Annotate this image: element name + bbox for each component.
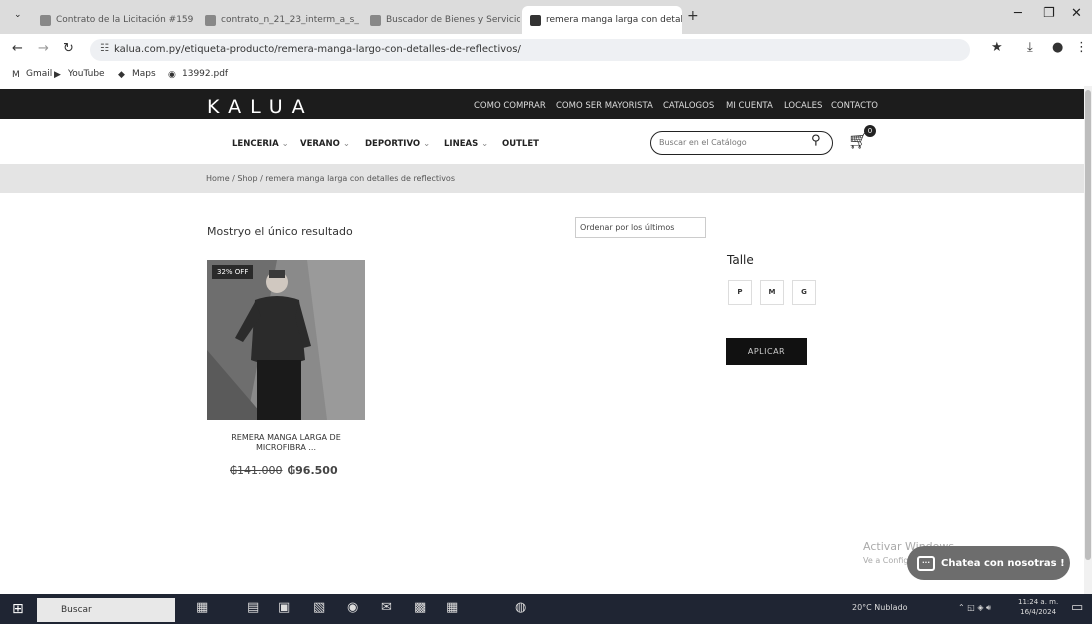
store-icon[interactable]: ▧ xyxy=(313,600,325,615)
reload-icon[interactable]: ↻ xyxy=(63,41,74,56)
chat-button[interactable]: ··· Chatea con nosotras ! xyxy=(907,546,1070,580)
chevron-down-icon: ⌄ xyxy=(481,139,489,149)
chevron-down-icon: ⌄ xyxy=(423,139,431,149)
chevron-down-icon: ⌄ xyxy=(342,139,350,149)
nav-outlet[interactable]: OUTLET xyxy=(502,139,539,149)
mail-icon[interactable]: ✉ xyxy=(381,600,392,615)
menu-icon[interactable]: ⋮ xyxy=(1075,40,1088,55)
bookmark-maps[interactable]: ◆ Maps xyxy=(118,69,156,80)
tab-1[interactable]: Contrato de la Licitación #159✕ xyxy=(32,6,197,34)
notifications-icon[interactable]: ▭ xyxy=(1071,600,1083,615)
maps-icon: ◆ xyxy=(118,69,125,80)
breadcrumb-bar xyxy=(0,164,1084,193)
cart-count-badge: 0 xyxy=(864,125,876,137)
search-icon[interactable]: ⚲ xyxy=(811,133,821,148)
discount-badge: 32% OFF xyxy=(212,265,254,279)
bookmark-gmail[interactable]: M Gmail xyxy=(12,69,52,80)
taskbar-search-input[interactable]: Buscar xyxy=(37,598,175,622)
product-image[interactable] xyxy=(207,260,365,420)
tab-4-active[interactable]: remera manga larga con detall✕ xyxy=(522,6,682,34)
download-icon[interactable]: ⤓ xyxy=(1027,40,1033,55)
top-link-contacto[interactable]: CONTACTO xyxy=(831,101,878,111)
new-tab-icon[interactable]: + xyxy=(687,8,699,24)
widgets-icon[interactable]: ▦ xyxy=(196,600,208,615)
tray-icons[interactable]: ⌃ ◱ ◈ 🔊︎ xyxy=(958,603,991,613)
sort-select[interactable]: Ordenar por los últimos xyxy=(575,217,706,238)
app-icon[interactable]: ◍ xyxy=(515,600,526,615)
product-name[interactable]: REMERA MANGA LARGA DE MICROFIBRA ... xyxy=(215,433,357,453)
windows-start-icon[interactable]: ⊞ xyxy=(12,601,24,617)
tab-favicon xyxy=(205,14,216,26)
tab-favicon xyxy=(370,14,381,26)
app-icon[interactable]: ▩ xyxy=(414,600,426,615)
catalog-search-input[interactable]: Buscar en el Catálogo xyxy=(650,131,833,155)
product-price: ₲141.000 ₲96.500 xyxy=(230,464,338,477)
sale-price: ₲96.500 xyxy=(287,464,338,477)
site-info-icon[interactable]: ☷ xyxy=(100,43,109,54)
chat-bubble-icon: ··· xyxy=(917,555,935,571)
old-price: ₲141.000 xyxy=(230,464,283,477)
product-photo xyxy=(207,260,365,420)
extension-icon[interactable]: ● xyxy=(1052,40,1063,55)
file-explorer-icon[interactable]: ▣ xyxy=(278,600,290,615)
tab-3[interactable]: Buscador de Bienes y Servicios✕ xyxy=(362,6,520,34)
nav-lineas[interactable]: LINEAS ⌄ xyxy=(444,139,488,149)
nav-verano[interactable]: VERANO ⌄ xyxy=(300,139,350,149)
top-link-locales[interactable]: LOCALES xyxy=(784,101,822,111)
bookmark-pdf[interactable]: ◉ 13992.pdf xyxy=(168,69,228,80)
bookmark-youtube[interactable]: ▶ YouTube xyxy=(54,69,105,80)
app-icon[interactable]: ▦ xyxy=(446,600,458,615)
apply-filter-button[interactable]: APLICAR xyxy=(726,338,807,365)
nav-deportivo[interactable]: DEPORTIVO ⌄ xyxy=(365,139,430,149)
chevron-down-icon: ⌄ xyxy=(281,139,289,149)
site-logo[interactable]: KALUA xyxy=(207,96,314,118)
size-option-g[interactable]: G xyxy=(792,280,816,305)
taskbar-clock[interactable]: 11:24 a. m. 16/4/2024 xyxy=(1018,597,1058,617)
size-option-m[interactable]: M xyxy=(760,280,784,305)
task-view-icon[interactable]: ▤ xyxy=(247,600,259,615)
forward-icon[interactable]: → xyxy=(38,41,49,56)
globe-icon: ◉ xyxy=(168,69,176,80)
bookmarks-bar xyxy=(0,64,1092,86)
top-link-mi-cuenta[interactable]: MI CUENTA xyxy=(726,101,773,111)
top-link-mayorista[interactable]: COMO SER MAYORISTA xyxy=(556,101,653,111)
size-filter-title: Talle xyxy=(727,253,754,267)
close-window-icon[interactable]: ✕ xyxy=(1071,6,1082,21)
chrome-icon[interactable]: ◉ xyxy=(347,600,358,615)
scrollbar-thumb[interactable] xyxy=(1085,90,1091,560)
breadcrumb[interactable]: Home / Shop / remera manga larga con det… xyxy=(206,174,455,183)
tab-favicon xyxy=(530,14,541,26)
tab-2[interactable]: contrato_n_21_23_interm_a_s_✕ xyxy=(197,6,362,34)
url-input[interactable]: kalua.com.py/etiqueta-producto/remera-ma… xyxy=(90,39,970,61)
top-link-como-comprar[interactable]: COMO COMPRAR xyxy=(474,101,546,111)
back-icon[interactable]: ← xyxy=(12,41,23,56)
gmail-icon: M xyxy=(12,69,20,80)
size-option-p[interactable]: P xyxy=(728,280,752,305)
youtube-icon: ▶ xyxy=(54,69,61,80)
tab-search-icon[interactable]: ⌄ xyxy=(14,10,22,20)
top-link-catalogos[interactable]: CATALOGOS xyxy=(663,101,714,111)
bookmark-star-icon[interactable]: ★ xyxy=(991,40,1003,55)
tab-favicon xyxy=(40,14,51,26)
maximize-icon[interactable]: ❐ xyxy=(1043,6,1055,21)
nav-lenceria[interactable]: LENCERIA ⌄ xyxy=(232,139,289,149)
result-count: Mostryo el único resultado xyxy=(207,225,353,238)
weather-widget[interactable]: 20°C Nublado xyxy=(852,603,908,612)
minimize-icon[interactable]: ─ xyxy=(1014,6,1022,21)
